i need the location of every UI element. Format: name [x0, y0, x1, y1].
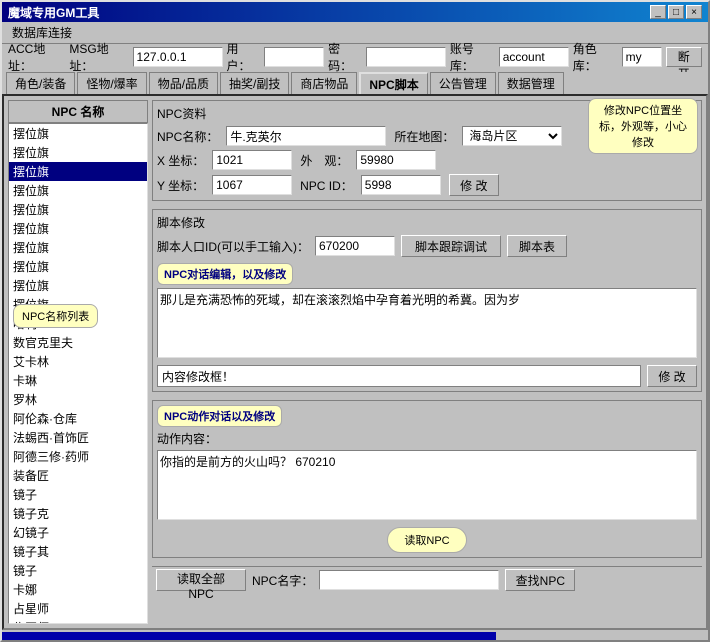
npc-list-item[interactable]: 摆位旗	[9, 124, 147, 143]
npc-name-input[interactable]	[226, 126, 386, 146]
tab-bar: 角色/装备 怪物/爆率 物品/品质 抽奖/副技 商店物品 NPC脚本 公告管理 …	[2, 72, 708, 94]
action-title: NPC动作对话以及修改	[157, 405, 282, 427]
npc-list-item[interactable]: 罗林	[9, 390, 147, 409]
role-input[interactable]	[622, 47, 662, 67]
pass-input[interactable]	[366, 47, 446, 67]
dialog-edit-tooltip: NPC对话编辑，以及修改	[157, 263, 293, 285]
npc-list-item[interactable]: 幻镜子	[9, 523, 147, 542]
ip-input[interactable]	[133, 47, 223, 67]
main-window: 魔域专用GM工具 _ □ × 数据库连接 ACC地址： MSG地址： 用户： 密…	[0, 0, 710, 642]
db-input[interactable]	[499, 47, 569, 67]
content-modify-label: 内容修改框！	[157, 365, 641, 387]
npc-list[interactable]: 摆位旗摆位旗摆位旗摆位旗摆位旗摆位旗摆位旗摆位旗摆位旗摆位旗哈利数官克里夫艾卡林…	[8, 123, 148, 624]
npc-info-wrapper: NPC资料 NPC名称： 所在地图： 海岛片区 X 坐标： 外 观：	[152, 100, 702, 205]
role-label: 角色库：	[573, 40, 618, 74]
script-title: 脚本修改	[157, 214, 697, 231]
main-content: NPC 名称 摆位旗摆位旗摆位旗摆位旗摆位旗摆位旗摆位旗摆位旗摆位旗摆位旗哈利数…	[2, 94, 708, 630]
npc-list-item[interactable]: 摆位旗	[9, 238, 147, 257]
window-title: 魔域专用GM工具	[8, 4, 99, 21]
npc-list-item[interactable]: 摆位旗	[9, 143, 147, 162]
npc-list-item[interactable]: 阿伦森·仓库	[9, 409, 147, 428]
ip-label: MSG地址：	[69, 40, 128, 74]
script-id-label: 脚本人口ID(可以手工输入)：	[157, 238, 309, 255]
user-label: 用户：	[227, 40, 261, 74]
npc-list-item[interactable]: 装备匠	[9, 466, 147, 485]
npc-list-item[interactable]: 镜子其	[9, 542, 147, 561]
title-bar: 魔域专用GM工具 _ □ ×	[2, 2, 708, 22]
x-label: X 坐标：	[157, 152, 204, 169]
action-label: 动作内容：	[157, 432, 217, 446]
bottom-bar: 读取全部NPC NPC名字： 查找NPC	[152, 566, 702, 593]
npc-list-item[interactable]: 数官克里夫	[9, 333, 147, 352]
read-npc-tooltip: 读取NPC	[387, 527, 466, 553]
script-modify-button[interactable]: 修 改	[647, 365, 697, 387]
close-button[interactable]: ×	[686, 5, 702, 19]
map-label: 所在地图：	[394, 128, 454, 145]
npc-list-item[interactable]: 卡娜	[9, 580, 147, 599]
npc-info-modify-button[interactable]: 修 改	[449, 174, 499, 196]
npc-list-item[interactable]: 镜子	[9, 485, 147, 504]
look-input[interactable]	[356, 150, 436, 170]
status-bar	[2, 632, 708, 640]
npc-list-panel: NPC 名称 摆位旗摆位旗摆位旗摆位旗摆位旗摆位旗摆位旗摆位旗摆位旗摆位旗哈利数…	[8, 100, 148, 624]
read-all-npc-button[interactable]: 读取全部NPC	[156, 569, 246, 591]
action-section: NPC动作对话以及修改 动作内容： 你指的是前方的火山吗？ 670210 读取N…	[152, 400, 702, 558]
npc-id-label: NPC ID：	[300, 177, 353, 194]
npc-list-item[interactable]: 摆位旗	[9, 162, 147, 181]
script-table-button[interactable]: 脚本表	[507, 235, 567, 257]
x-input[interactable]	[212, 150, 292, 170]
dialog-edit-wrapper: NPC对话编辑，以及修改	[157, 263, 697, 288]
right-panel: NPC资料 NPC名称： 所在地图： 海岛片区 X 坐标： 外 观：	[152, 100, 702, 624]
script-section: 脚本修改 脚本人口ID(可以手工输入)： 脚本跟踪调试 脚本表 NPC对话编辑，…	[152, 209, 702, 392]
pass-label: 密码：	[328, 40, 362, 74]
user-input[interactable]	[264, 47, 324, 67]
npc-name-tooltip: NPC名称列表	[13, 304, 98, 328]
npc-list-item[interactable]: 镜子克	[9, 504, 147, 523]
debug-button[interactable]: 脚本跟踪调试	[401, 235, 501, 257]
npc-list-item[interactable]: 占星师	[9, 599, 147, 618]
tab-lottery[interactable]: 抽奖/副技	[220, 72, 289, 94]
npc-list-item[interactable]: 卡琳	[9, 371, 147, 390]
npc-list-header: NPC 名称	[8, 100, 148, 123]
search-npc-button[interactable]: 查找NPC	[505, 569, 575, 591]
npc-id-input[interactable]	[361, 175, 441, 195]
modify-tooltip: 修改NPC位置坐标，外观等，小心修改	[588, 98, 698, 154]
npc-list-item[interactable]: 摆位旗	[9, 200, 147, 219]
maximize-button[interactable]: □	[668, 5, 684, 19]
tab-announcement[interactable]: 公告管理	[430, 72, 496, 94]
tab-shop[interactable]: 商店物品	[291, 72, 357, 94]
npc-list-item[interactable]: 摆位旗	[9, 257, 147, 276]
npc-name-search-input[interactable]	[319, 570, 499, 590]
npc-list-item[interactable]: 阿德三修·药师	[9, 447, 147, 466]
acc-label: ACC地址：	[8, 40, 65, 74]
tab-role-equipment[interactable]: 角色/装备	[6, 72, 75, 94]
map-select[interactable]: 海岛片区	[462, 126, 562, 146]
action-content-textarea[interactable]: 你指的是前方的火山吗？ 670210	[157, 450, 697, 520]
db-label: 账号库：	[450, 40, 495, 74]
tab-data-management[interactable]: 数据管理	[498, 72, 564, 94]
npc-list-item[interactable]: 艾卡林	[9, 352, 147, 371]
y-label: Y 坐标：	[157, 177, 204, 194]
npc-list-item[interactable]: 摆位旗	[9, 276, 147, 295]
acc-bar: ACC地址： MSG地址： 用户： 密码： 账号库： 角色库： 断开	[2, 44, 708, 70]
title-buttons: _ □ ×	[650, 5, 702, 19]
tab-npc-script[interactable]: NPC脚本	[359, 72, 427, 94]
npc-list-item[interactable]: 镜子	[9, 561, 147, 580]
script-id-input[interactable]	[315, 236, 395, 256]
npc-list-item[interactable]: 佐匠师	[9, 618, 147, 624]
tab-monster-drop[interactable]: 怪物/爆率	[77, 72, 146, 94]
look-label: 外 观：	[300, 152, 348, 169]
y-input[interactable]	[212, 175, 292, 195]
npc-name-label: NPC名字：	[252, 572, 313, 589]
npc-list-item[interactable]: 摆位旗	[9, 181, 147, 200]
npc-list-item[interactable]: 摆位旗	[9, 219, 147, 238]
connect-button[interactable]: 断开	[666, 47, 702, 67]
npc-name-label: NPC名称：	[157, 128, 218, 145]
npc-list-item[interactable]: 法蜴西·首饰匠	[9, 428, 147, 447]
minimize-button[interactable]: _	[650, 5, 666, 19]
action-title-wrapper: NPC动作对话以及修改	[157, 405, 697, 430]
tab-item-quality[interactable]: 物品/品质	[149, 72, 218, 94]
dialog-content-textarea[interactable]: 那儿是充满恐怖的死域，却在滚滚烈焰中孕育着光明的希冀。因为岁	[157, 288, 697, 358]
